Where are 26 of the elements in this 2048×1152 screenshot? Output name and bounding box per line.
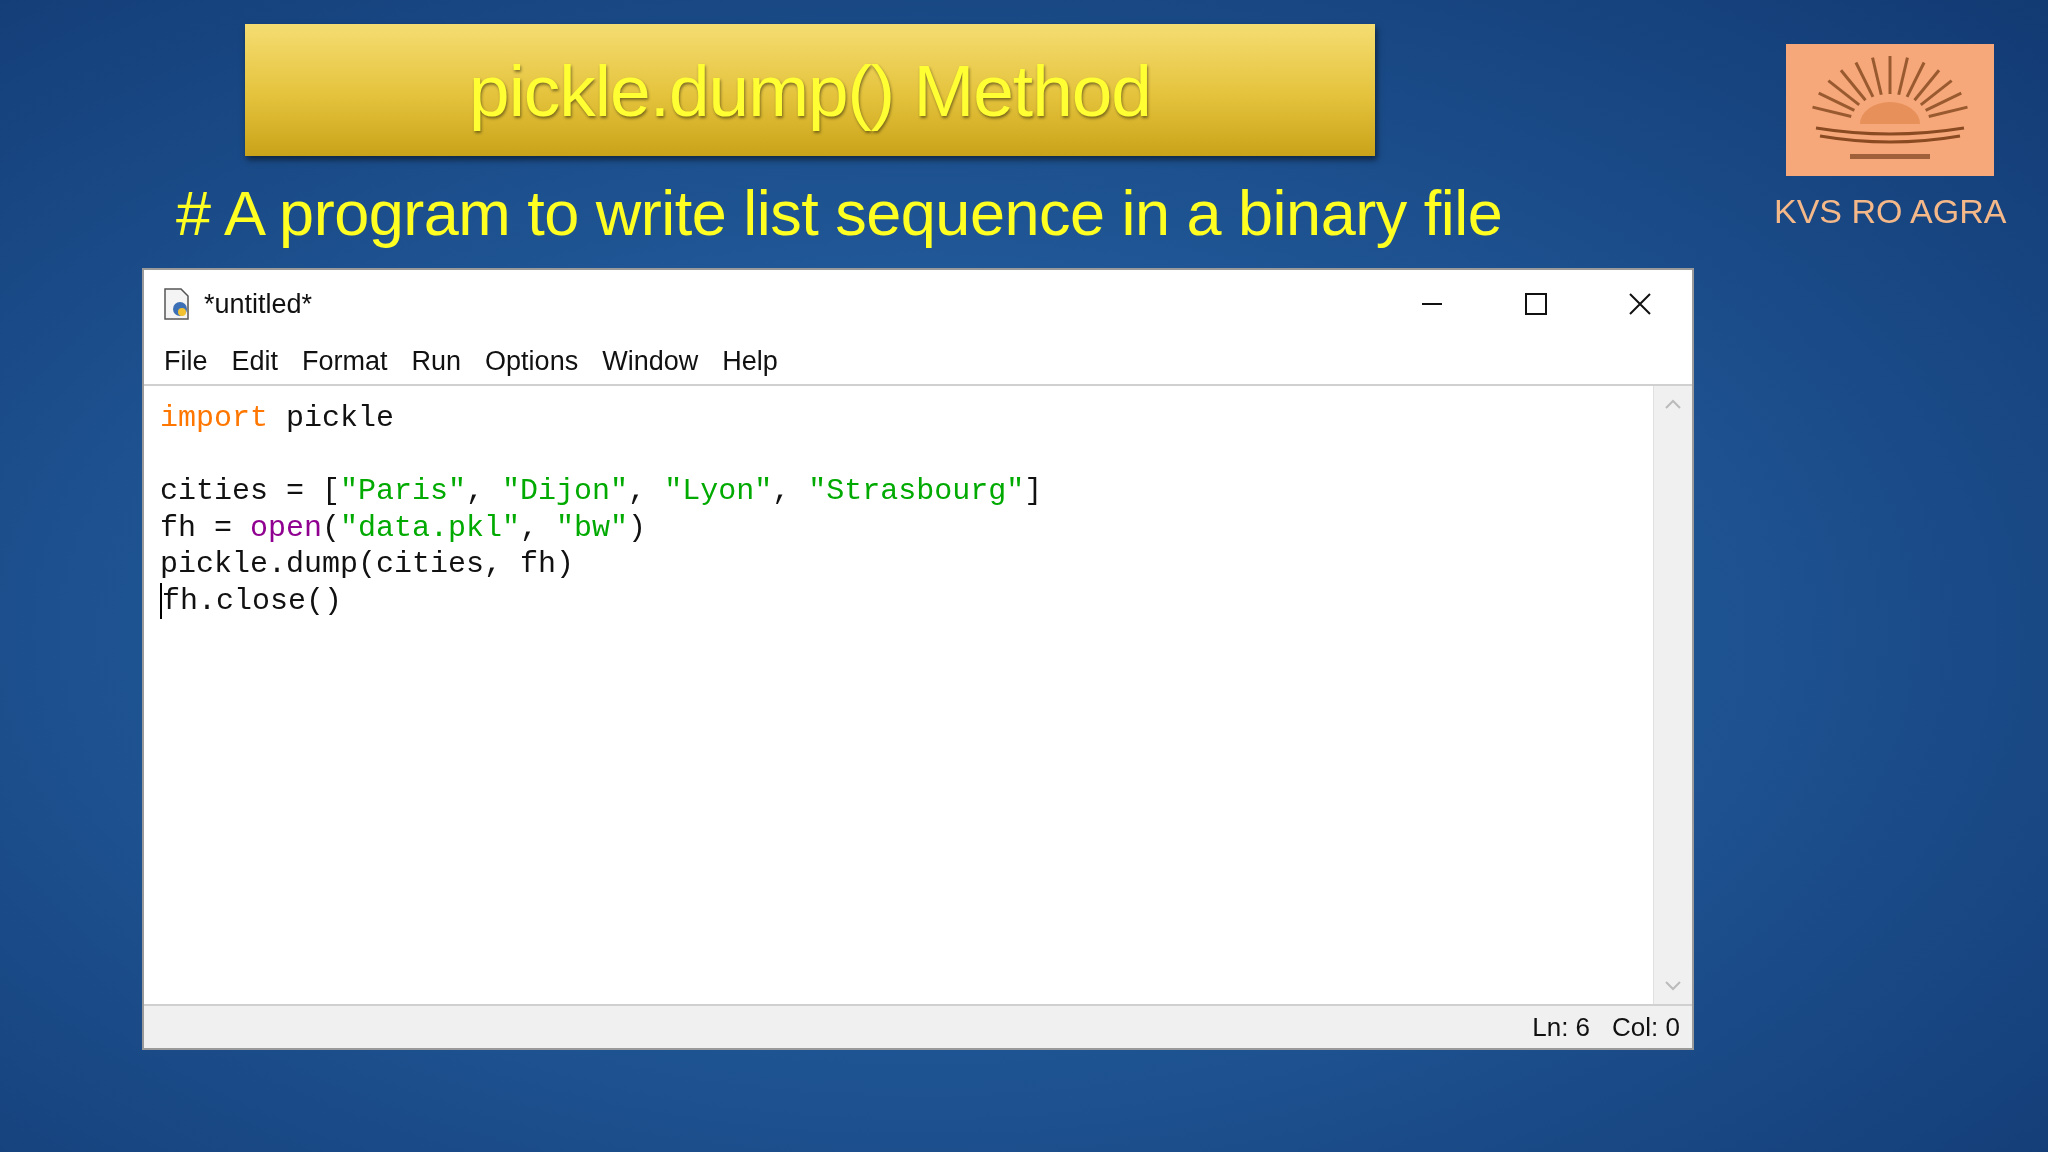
menu-item[interactable]: Window: [594, 345, 715, 377]
slide-title: pickle.dump() Method: [245, 24, 1375, 156]
scrollbar[interactable]: [1653, 386, 1692, 1004]
scroll-up-icon[interactable]: [1664, 398, 1682, 410]
organization-name: KVS RO AGRA: [1774, 192, 2007, 231]
code-line: pickle.dump(cities, fh): [160, 546, 575, 583]
menu-item[interactable]: Edit: [223, 345, 295, 377]
window-title: *untitled*: [204, 288, 314, 320]
scroll-down-icon[interactable]: [1664, 980, 1682, 992]
code-editor[interactable]: import pickle cities = ["Paris", "Dijon", "Lyon", "Strasbourg"] fh = open("data.pkl", "bw") pickle.dump(cities, fh) fh.close(): [144, 386, 1653, 1004]
code-line: fh = open("data.pkl", "bw"): [160, 509, 647, 546]
menu-item[interactable]: Format: [294, 345, 404, 377]
code-line: fh.close(): [160, 582, 343, 619]
code-line: cities = ["Paris", "Dijon", "Lyon", "Strasbourg"]: [160, 473, 1043, 510]
code-line: import pickle: [160, 400, 395, 437]
close-icon: [1628, 292, 1652, 316]
menu-item[interactable]: Run: [403, 345, 478, 377]
menu-item[interactable]: Help: [714, 345, 794, 377]
slide-heading: # A program to write list sequence in a binary file: [176, 178, 1504, 248]
column-number: Col: 0: [1612, 1011, 1680, 1043]
menu-item[interactable]: Options: [477, 345, 595, 377]
maximize-icon: [1524, 292, 1548, 316]
minimize-icon: [1420, 303, 1444, 305]
python-file-icon: [162, 287, 192, 321]
menu-item[interactable]: File: [156, 345, 224, 377]
line-number: Ln: 6: [1532, 1011, 1591, 1043]
